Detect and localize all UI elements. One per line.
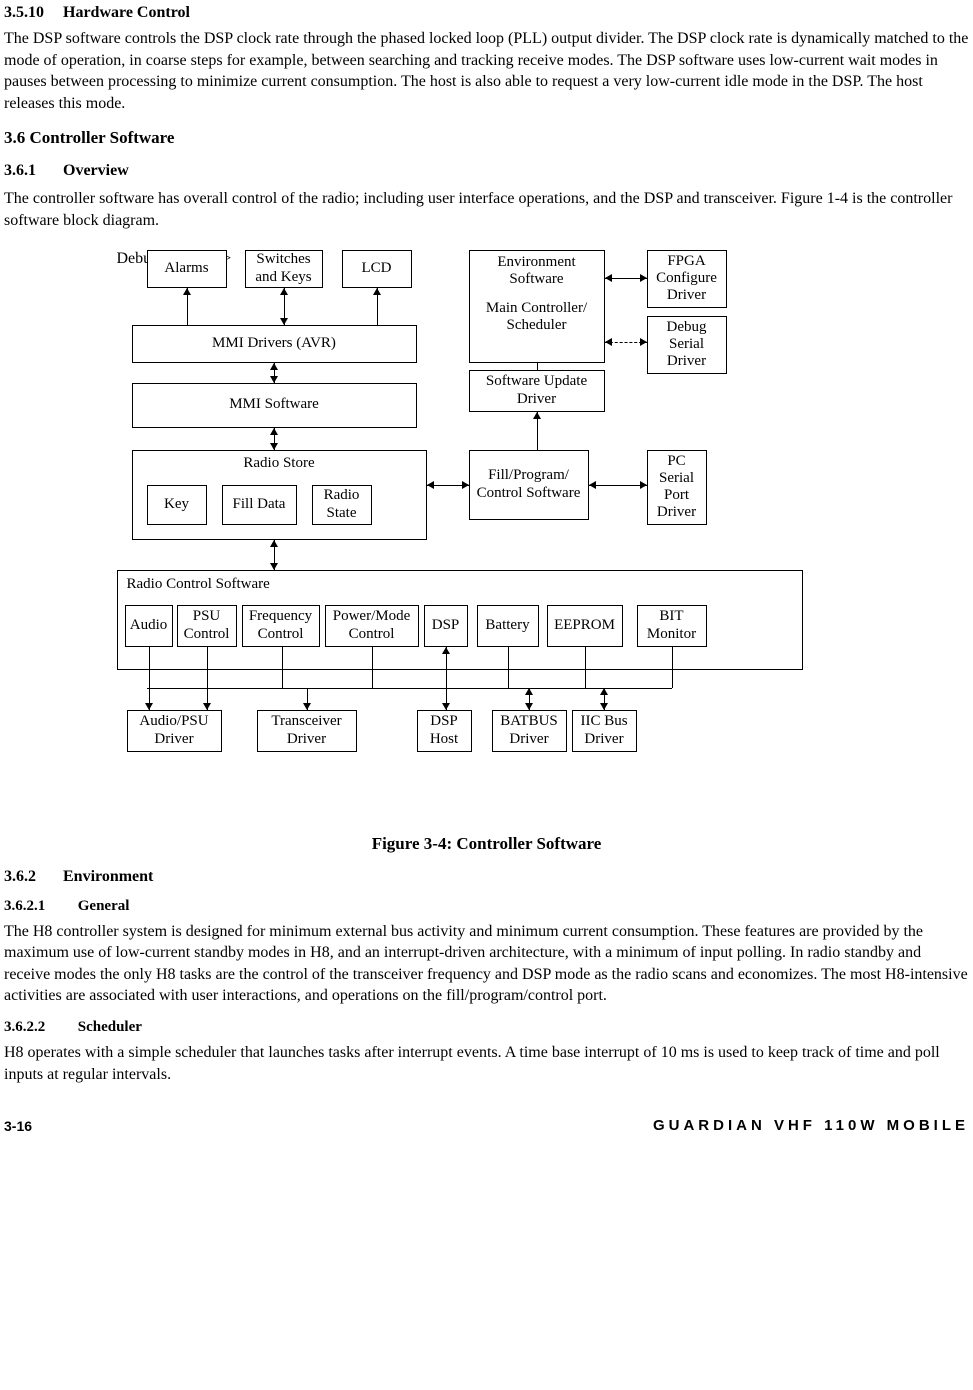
section-title: Controller Software bbox=[30, 128, 175, 147]
section-number: 3.6.1 bbox=[4, 162, 59, 180]
paragraph-overview: The controller software has overall cont… bbox=[4, 188, 969, 231]
box-mmi-software: MMI Software bbox=[132, 383, 417, 428]
box-pc-serial: PC Serial Port Driver bbox=[647, 450, 707, 525]
box-fill-program: Fill/Program/ Control Software bbox=[469, 450, 589, 520]
label-radio-control-sw: Radio Control Software bbox=[127, 576, 270, 593]
section-number: 3.6.2.2 bbox=[4, 1019, 74, 1036]
page-footer: 3-16 GUARDIAN VHF 110W MOBILE bbox=[0, 1115, 973, 1138]
box-audio-psu-driver: Audio/PSU Driver bbox=[127, 710, 222, 752]
box-debug-driver: Debug Serial Driver bbox=[647, 316, 727, 374]
box-dsp-host: DSP Host bbox=[417, 710, 472, 752]
page-number: 3-16 bbox=[4, 1118, 32, 1134]
label-radio-store: Radio Store bbox=[132, 455, 427, 472]
box-switches: Switches and Keys bbox=[245, 250, 323, 288]
box-alarms: Alarms bbox=[147, 250, 227, 288]
box-mmi-drivers: MMI Drivers (AVR) bbox=[132, 325, 417, 363]
section-title: Environment bbox=[63, 868, 153, 885]
label-main-controller: Main Controller/ Scheduler bbox=[469, 300, 605, 334]
heading-3-6-2: 3.6.2 Environment bbox=[4, 868, 969, 886]
box-bit-monitor: BIT Monitor bbox=[637, 605, 707, 647]
box-transceiver-driver: Transceiver Driver bbox=[257, 710, 357, 752]
paragraph-hardware-control: The DSP software controls the DSP clock … bbox=[4, 28, 969, 114]
figure-caption: Figure 3-4: Controller Software bbox=[4, 834, 969, 854]
section-number: 3.6 bbox=[4, 128, 25, 147]
section-title: General bbox=[78, 898, 130, 914]
heading-3-6-2-1: 3.6.2.1 General bbox=[4, 898, 969, 915]
label-env-software: Environment Software bbox=[469, 254, 605, 288]
box-power-mode: Power/Mode Control bbox=[325, 605, 419, 647]
box-iic-driver: IIC Bus Driver bbox=[572, 710, 637, 752]
document-title: GUARDIAN VHF 110W MOBILE bbox=[653, 1117, 969, 1134]
box-radio-state: Radio State bbox=[312, 485, 372, 525]
section-title: Overview bbox=[63, 162, 129, 179]
section-number: 3.6.2 bbox=[4, 868, 59, 886]
heading-3-5-10: 3.5.10 Hardware Control bbox=[4, 4, 969, 22]
box-psu: PSU Control bbox=[177, 605, 237, 647]
box-lcd: LCD bbox=[342, 250, 412, 288]
heading-3-6: 3.6 Controller Software bbox=[4, 128, 969, 148]
box-eeprom: EEPROM bbox=[547, 605, 623, 647]
box-audio: Audio bbox=[125, 605, 173, 647]
heading-3-6-1: 3.6.1 Overview bbox=[4, 162, 969, 180]
section-title: Scheduler bbox=[78, 1019, 142, 1035]
paragraph-scheduler: H8 operates with a simple scheduler that… bbox=[4, 1042, 969, 1085]
section-number: 3.6.2.1 bbox=[4, 898, 74, 915]
box-fill-data: Fill Data bbox=[222, 485, 297, 525]
box-dsp: DSP bbox=[424, 605, 468, 647]
section-title: Hardware Control bbox=[63, 4, 190, 21]
paragraph-general: The H8 controller system is designed for… bbox=[4, 921, 969, 1007]
box-batbus-driver: BATBUS Driver bbox=[492, 710, 567, 752]
box-key: Key bbox=[147, 485, 207, 525]
box-fpga: FPGA Configure Driver bbox=[647, 250, 727, 308]
controller-software-diagram: Alarms Switches and Keys LCD Environment… bbox=[117, 250, 857, 816]
box-software-update: Software Update Driver bbox=[469, 370, 605, 412]
box-frequency: Frequency Control bbox=[242, 605, 320, 647]
box-battery: Battery bbox=[477, 605, 539, 647]
heading-3-6-2-2: 3.6.2.2 Scheduler bbox=[4, 1019, 969, 1036]
section-number: 3.5.10 bbox=[4, 4, 59, 22]
